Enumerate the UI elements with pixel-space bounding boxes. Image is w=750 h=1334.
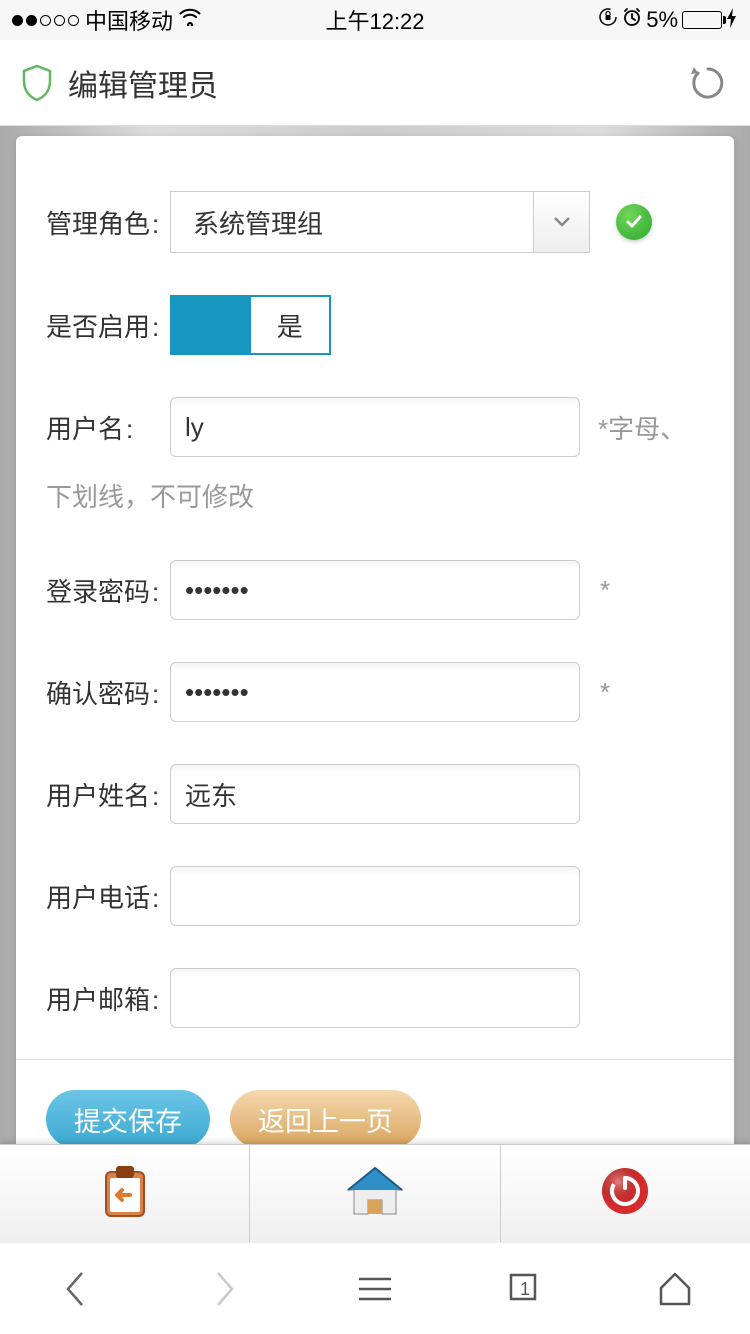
status-right: 5% [598, 7, 738, 33]
realname-label: 用户姓名 [46, 776, 170, 813]
password-input[interactable] [170, 560, 580, 620]
divider [16, 1059, 734, 1060]
browser-home-button[interactable] [655, 1269, 695, 1309]
signal-strength-icon [12, 15, 79, 26]
reload-button[interactable] [686, 61, 730, 105]
power-icon [600, 1166, 650, 1221]
form-card: 管理角色 系统管理组 是否启用 是 用户名 *字母、 下划线，不可修改 登录密码… [16, 136, 734, 1144]
status-bar: 中国移动 上午12:22 5% [0, 0, 750, 40]
app-header: 编辑管理员 [0, 40, 750, 126]
confirm-password-input[interactable] [170, 662, 580, 722]
enable-toggle[interactable]: 是 [170, 295, 331, 355]
username-label: 用户名 [46, 409, 170, 446]
back-button[interactable]: 返回上一页 [230, 1090, 421, 1144]
phone-input[interactable] [170, 866, 580, 926]
toggle-off-side: 是 [251, 297, 330, 353]
status-left: 中国移动 [12, 4, 201, 36]
confirm-password-label: 确认密码 [46, 674, 170, 711]
browser-tabs-button[interactable]: 1 [505, 1269, 545, 1309]
svg-text:1: 1 [520, 1279, 530, 1299]
role-select[interactable]: 系统管理组 [170, 191, 590, 253]
browser-forward-button[interactable] [205, 1269, 245, 1309]
alarm-icon [622, 7, 642, 33]
house-icon [342, 1162, 408, 1225]
phone-label: 用户电话 [46, 878, 170, 915]
enable-label: 是否启用 [46, 307, 170, 344]
realname-input[interactable] [170, 764, 580, 824]
clipboard-back-icon [98, 1162, 152, 1225]
username-hint-below: 下划线，不可修改 [46, 477, 704, 514]
password-required: * [600, 575, 610, 606]
username-input[interactable] [170, 397, 580, 457]
role-select-value: 系统管理组 [171, 204, 533, 241]
app-footer [0, 1144, 750, 1242]
username-hint-right: *字母、 [598, 409, 686, 446]
footer-clipboard-button[interactable] [0, 1145, 250, 1242]
footer-home-button[interactable] [250, 1145, 500, 1242]
role-label: 管理角色 [46, 204, 170, 241]
confirm-required: * [600, 677, 610, 708]
orientation-lock-icon [598, 7, 618, 33]
wifi-icon [179, 8, 201, 32]
battery-percent: 5% [646, 7, 678, 33]
clock: 上午12:22 [325, 4, 424, 36]
email-label: 用户邮箱 [46, 980, 170, 1017]
toggle-on-side [172, 297, 251, 353]
page-title: 编辑管理员 [68, 61, 686, 105]
charging-icon [726, 8, 738, 33]
content-background: 管理角色 系统管理组 是否启用 是 用户名 *字母、 下划线，不可修改 登录密码… [0, 126, 750, 1144]
check-circle-icon [616, 204, 652, 240]
browser-menu-button[interactable] [355, 1269, 395, 1309]
footer-power-button[interactable] [501, 1145, 750, 1242]
shield-icon [20, 64, 54, 102]
password-label: 登录密码 [46, 572, 170, 609]
browser-back-button[interactable] [55, 1269, 95, 1309]
battery-icon [682, 11, 722, 29]
chevron-down-icon [533, 192, 589, 252]
submit-button[interactable]: 提交保存 [46, 1090, 210, 1144]
email-input[interactable] [170, 968, 580, 1028]
carrier-label: 中国移动 [85, 4, 173, 36]
browser-nav-bar: 1 [0, 1242, 750, 1334]
